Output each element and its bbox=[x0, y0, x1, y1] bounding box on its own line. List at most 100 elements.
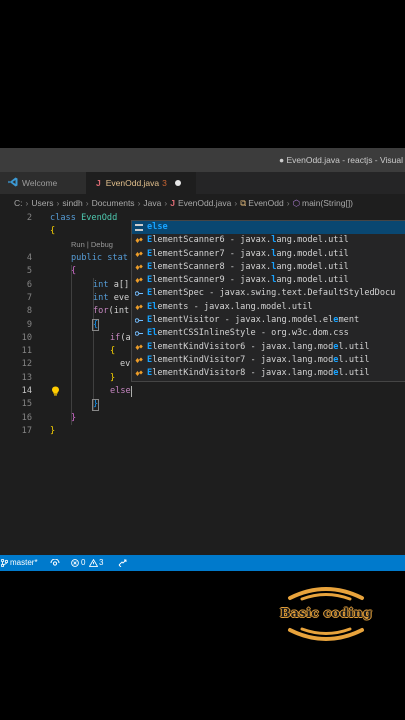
class-icon bbox=[135, 370, 143, 377]
status-bar-content: master* 0 3 bbox=[0, 555, 405, 571]
warning-icon[interactable] bbox=[89, 559, 98, 567]
unsaved-dot-icon[interactable] bbox=[174, 180, 181, 186]
code-token: for bbox=[93, 306, 109, 317]
line-number: 16 bbox=[21, 412, 32, 423]
sync-icon[interactable] bbox=[50, 559, 60, 567]
tab-welcome-label: Welcome bbox=[22, 178, 58, 188]
line-number: 2 bbox=[26, 213, 32, 223]
class-symbol-icon: ⧉ bbox=[240, 198, 247, 208]
error-count[interactable]: 0 bbox=[81, 555, 85, 571]
code-line: else bbox=[110, 385, 131, 398]
codelens-run-debug[interactable]: Run | Debug bbox=[71, 240, 113, 250]
suggestion-item[interactable]: ElementScanner8 - javax.lang.model.util bbox=[132, 261, 405, 274]
java-file-icon: J bbox=[170, 198, 175, 208]
suggestion-label: ang.model.util bbox=[276, 235, 349, 246]
tab-bar: Welcome J EvenOdd.java 3 bbox=[0, 172, 405, 194]
tab-evenodd-label: EvenOdd.java bbox=[105, 178, 160, 188]
code-token: { bbox=[110, 346, 116, 357]
method-symbol-icon: ⬡ bbox=[292, 198, 300, 208]
class-icon bbox=[135, 251, 143, 257]
warning-count[interactable]: 3 bbox=[99, 555, 103, 571]
window-title: ● EvenOdd.java - reactjs - Visual bbox=[278, 155, 403, 165]
suggestion-item[interactable]: ElementSpec - javax.swing.text.DefaultSt… bbox=[132, 287, 405, 300]
suggestion-item[interactable]: ElementKindVisitor7 - javax.lang.model.u… bbox=[132, 354, 405, 367]
breadcrumb: C: › Users › sindh › Documents › Java › J EvenOdd.j… bbox=[0, 194, 405, 212]
breadcrumb-java[interactable]: Java bbox=[143, 198, 161, 208]
line-number: 11 bbox=[21, 346, 32, 357]
code-token: public stat bbox=[71, 253, 128, 263]
breadcrumb-class[interactable]: EvenOdd bbox=[248, 198, 283, 208]
chevron-right-icon: › bbox=[85, 198, 89, 208]
code-token: else bbox=[110, 386, 131, 396]
text-cursor bbox=[131, 386, 132, 397]
chevron-right-icon: › bbox=[137, 198, 141, 208]
suggestion-item[interactable]: ElementVisitor - javax.lang.model.elemen… bbox=[132, 314, 405, 327]
code-line: ev bbox=[120, 358, 130, 371]
breadcrumb-file[interactable]: EvenOdd.java bbox=[178, 198, 231, 208]
lightbulb-icon[interactable] bbox=[51, 386, 60, 396]
suggestion-label: l.util bbox=[338, 368, 370, 379]
code-line: int eve bbox=[93, 292, 129, 305]
code-token: { bbox=[71, 266, 77, 277]
breadcrumb-users[interactable]: Users bbox=[31, 198, 53, 208]
code-line: { bbox=[50, 225, 55, 238]
line-number-active: 14 bbox=[21, 386, 32, 396]
suggestion-item[interactable]: ElementScanner6 - javax.lang.model.util bbox=[132, 234, 405, 247]
class-icon bbox=[135, 344, 143, 350]
code-token: ev bbox=[120, 359, 131, 370]
suggestion-item[interactable]: ElementScanner9 - javax.lang.model.util bbox=[132, 274, 405, 287]
code-line: for(int bbox=[93, 305, 129, 318]
suggestion-label: lementVisitor - javax.lang.model.el bbox=[152, 315, 334, 326]
logo-text: Basic coding bbox=[279, 605, 373, 620]
suggestion-label: ang.model.util bbox=[276, 248, 349, 259]
suggestion-item[interactable]: ElementKindVisitor6 - javax.lang.model.u… bbox=[132, 341, 405, 354]
code-token: } bbox=[71, 412, 77, 423]
code-token: } bbox=[50, 425, 56, 436]
line-number: 13 bbox=[21, 372, 32, 383]
suggestion-item[interactable]: ElementCSSInlineStyle - org.w3c.dom.css bbox=[132, 327, 405, 340]
code-token: { bbox=[93, 319, 99, 330]
chevron-right-icon: › bbox=[25, 198, 29, 208]
code-line: { bbox=[93, 319, 98, 332]
suggestion-item[interactable]: else bbox=[132, 221, 405, 235]
vscode-icon bbox=[8, 177, 18, 187]
suggestion-label: l.util bbox=[338, 354, 370, 365]
suggest-widget[interactable]: else ElementScanner6 - javax.lang.model.… bbox=[131, 220, 405, 382]
suggestion-label: lementScanner6 - javax. bbox=[152, 235, 272, 246]
suggestion-item[interactable]: ElementKindVisitor8 - javax.lang.model.u… bbox=[132, 367, 405, 380]
suggestion-item[interactable]: ElementScanner7 - javax.lang.model.util bbox=[132, 248, 405, 261]
title-bar: ● EvenOdd.java - reactjs - Visual bbox=[0, 148, 405, 172]
error-icon[interactable] bbox=[71, 559, 79, 567]
tab-problem-count: 3 bbox=[162, 178, 167, 188]
tab-welcome[interactable]: Welcome bbox=[0, 172, 86, 194]
code-line: } bbox=[50, 425, 55, 438]
breadcrumb-documents[interactable]: Documents bbox=[92, 198, 135, 208]
git-branch[interactable]: master* bbox=[10, 555, 38, 571]
class-icon bbox=[135, 264, 143, 270]
breadcrumb-drive[interactable]: C: bbox=[14, 198, 23, 208]
match-highlight: El bbox=[147, 328, 158, 339]
code-line: class EvenOdd bbox=[50, 212, 117, 225]
code-token: } bbox=[110, 372, 116, 383]
live-share-icon[interactable] bbox=[118, 559, 127, 567]
suggestion-label: ment bbox=[338, 315, 360, 326]
breadcrumb-sindh[interactable]: sindh bbox=[62, 198, 82, 208]
breadcrumb-method[interactable]: main(String[]) bbox=[302, 198, 353, 208]
bracket-match-highlight bbox=[92, 399, 99, 411]
code-token: (int bbox=[108, 306, 130, 317]
line-number: 6 bbox=[26, 279, 32, 290]
tab-evenodd-java[interactable]: J EvenOdd.java 3 bbox=[86, 172, 196, 194]
code-line: } bbox=[110, 372, 115, 385]
suggestion-label: lementKindVisitor8 - javax.lang.mod bbox=[152, 368, 334, 379]
code-token: (a bbox=[120, 332, 131, 343]
line-number: 15 bbox=[21, 399, 32, 410]
line-number: 12 bbox=[21, 359, 32, 370]
suggestion-label: ang.model.util bbox=[276, 261, 349, 272]
suggestion-label: ementCSSInlineStyle - org.w3c.dom.css bbox=[157, 328, 349, 339]
line-number: 17 bbox=[21, 425, 32, 436]
code-line: int a[] bbox=[93, 279, 129, 292]
keyword-icon bbox=[135, 224, 143, 231]
suggestion-item[interactable]: Elements - javax.lang.model.util bbox=[132, 301, 405, 314]
line-number: 7 bbox=[26, 292, 32, 303]
line-number: 4 bbox=[26, 253, 32, 263]
